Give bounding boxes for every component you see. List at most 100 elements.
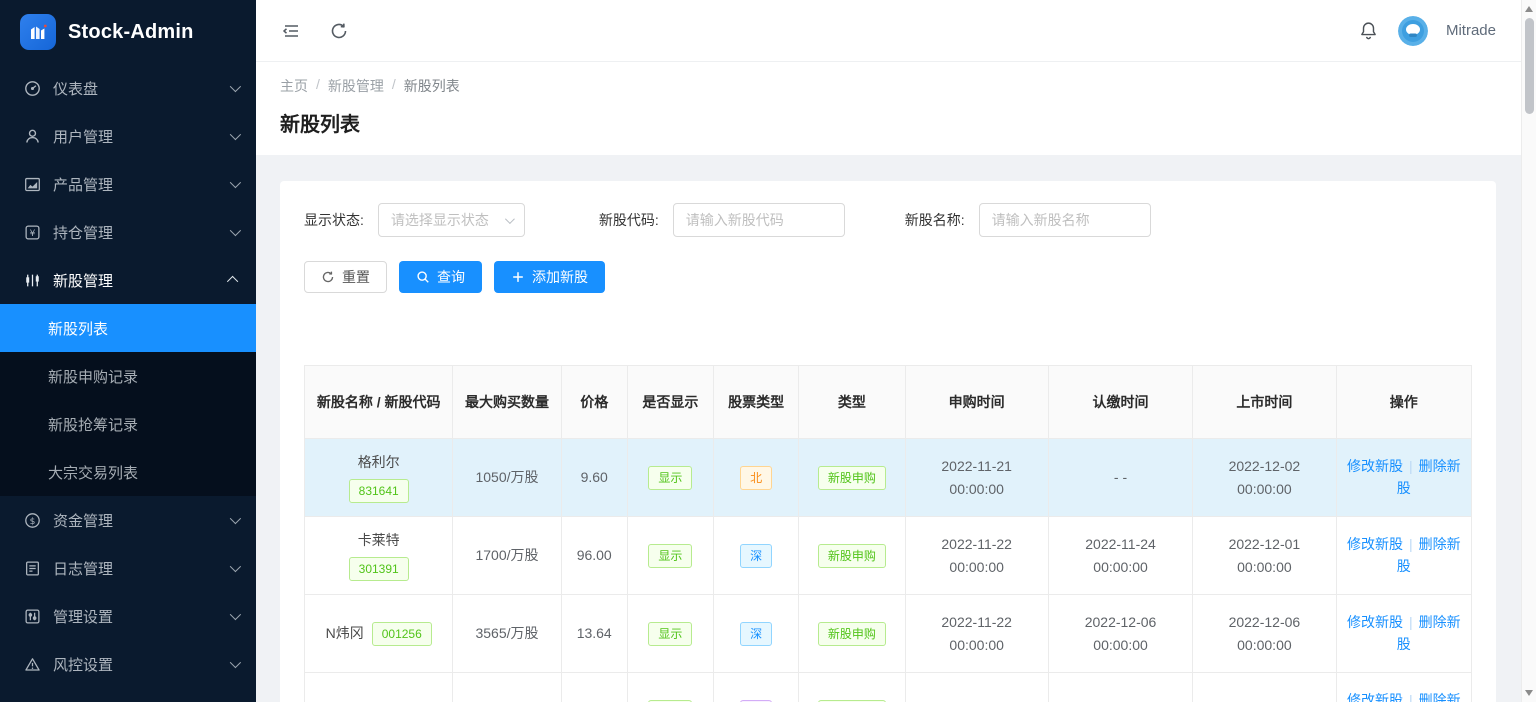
svg-text:¥: ¥ [30, 229, 36, 239]
delete-stock-link[interactable]: 删除新股 [1397, 614, 1461, 652]
stock-code-label: 新股代码: [599, 210, 659, 230]
stock-code-badge: 301391 [349, 557, 409, 581]
breadcrumb-home[interactable]: 主页 [280, 76, 308, 96]
submenu-item-label: 新股抢筹记录 [48, 414, 138, 435]
dollar-circle-icon: $ [24, 512, 41, 529]
stock-code-badge: 001256 [372, 622, 432, 646]
add-stock-button[interactable]: 添加新股 [494, 261, 605, 293]
display-badge: 显示 [648, 544, 692, 568]
submenu-item-label: 新股申购记录 [48, 366, 138, 387]
stock-name: 卡莱特 [358, 530, 400, 552]
settings-sliders-icon [24, 608, 41, 625]
app-logo: Stock-Admin [0, 0, 256, 64]
stock-logo-icon [20, 14, 56, 50]
table-row: N炜冈 001256 3565/万股 13.64 显示 深 新股申购 2022-… [305, 595, 1472, 673]
edit-stock-link[interactable]: 修改新股 [1347, 692, 1403, 702]
breadcrumb-separator: / [392, 76, 396, 96]
market-badge: 深 [740, 544, 772, 568]
table-row: 三未信安 1914/万股 78.90 显示 沪 新股申购 2022-11-23 … [305, 673, 1472, 702]
sidebar-item-positions[interactable]: ¥ 持仓管理 [0, 208, 256, 256]
delete-stock-link[interactable]: 删除新股 [1397, 536, 1461, 574]
app-title: Stock-Admin [68, 21, 194, 44]
page-title: 新股列表 [280, 108, 1512, 137]
sidebar-item-ipo-management[interactable]: 新股管理 [0, 256, 256, 304]
sidebar-item-admin-settings[interactable]: 管理设置 [0, 592, 256, 640]
app-window: Stock-Admin 仪表盘 用户管理 [0, 0, 1536, 702]
sidebar-item-label: 产品管理 [53, 174, 218, 195]
price-cell: 9.60 [561, 439, 627, 517]
add-stock-button-label: 添加新股 [532, 267, 588, 287]
scrollbar-thumb[interactable] [1525, 18, 1534, 114]
market-badge: 北 [740, 466, 772, 490]
ipo-table: 新股名称 / 新股代码 最大购买数量 价格 是否显示 股票类型 类型 申购时间 … [304, 365, 1472, 702]
delete-stock-link[interactable]: 删除新股 [1397, 692, 1461, 702]
max-buy-cell: 1700/万股 [453, 517, 561, 595]
gauge-icon [24, 80, 41, 97]
chevron-down-icon [230, 129, 241, 140]
user-name[interactable]: Mitrade [1446, 22, 1496, 39]
bell-icon[interactable] [1358, 20, 1380, 42]
stock-code-input[interactable] [673, 203, 845, 237]
sidebar-item-dashboard[interactable]: 仪表盘 [0, 64, 256, 112]
avatar[interactable] [1398, 16, 1428, 46]
sidebar-item-label: 用户管理 [53, 126, 218, 147]
sidebar-subitem-subscription-records[interactable]: 新股申购记录 [0, 352, 256, 400]
toolbar: 重置 查询 添加新股 [304, 261, 1472, 293]
chevron-down-icon [230, 225, 241, 236]
stock-name-label: 新股名称: [905, 210, 965, 230]
area-chart-icon [24, 176, 41, 193]
chevron-down-icon [230, 561, 241, 572]
sidebar-menu: 仪表盘 用户管理 产品管理 [0, 64, 256, 702]
col-list-time: 上市时间 [1193, 366, 1336, 439]
stock-code-badge: 831641 [349, 479, 409, 503]
sidebar-item-label: 新股管理 [53, 270, 218, 291]
table-row: 卡莱特 301391 1700/万股 96.00 显示 深 新股申购 2022-… [305, 517, 1472, 595]
breadcrumb-current: 新股列表 [404, 76, 460, 96]
market-badge: 深 [740, 622, 772, 646]
chevron-down-icon [230, 513, 241, 524]
sidebar-subitem-block-trade-list[interactable]: 大宗交易列表 [0, 448, 256, 496]
sidebar-item-risk-settings[interactable]: 风控设置 [0, 640, 256, 688]
breadcrumb-ipo-management[interactable]: 新股管理 [328, 76, 384, 96]
refresh-icon[interactable] [328, 20, 350, 42]
scrollbar-down-arrow[interactable] [1522, 686, 1536, 700]
edit-stock-link[interactable]: 修改新股 [1347, 458, 1403, 474]
reset-button[interactable]: 重置 [304, 261, 387, 293]
display-status-select[interactable]: 请选择显示状态 [378, 203, 525, 237]
chevron-down-icon [505, 214, 515, 224]
sidebar-item-funds[interactable]: $ 资金管理 [0, 496, 256, 544]
edit-stock-link[interactable]: 修改新股 [1347, 614, 1403, 630]
topbar: Mitrade [256, 0, 1536, 62]
breadcrumb-separator: / [316, 76, 320, 96]
col-price: 价格 [561, 366, 627, 439]
search-button[interactable]: 查询 [399, 261, 482, 293]
type-badge: 新股申购 [818, 622, 886, 646]
sidebar-item-products[interactable]: 产品管理 [0, 160, 256, 208]
page-header: 主页 / 新股管理 / 新股列表 新股列表 [256, 62, 1536, 155]
warning-triangle-icon [24, 656, 41, 673]
col-actions: 操作 [1336, 366, 1471, 439]
sidebar-subitem-grab-records[interactable]: 新股抢筹记录 [0, 400, 256, 448]
breadcrumb: 主页 / 新股管理 / 新股列表 [280, 76, 1512, 96]
filter-bar: 显示状态: 请选择显示状态 新股代码: 新股名称: [304, 203, 1472, 237]
chevron-down-icon [230, 657, 241, 668]
svg-text:$: $ [30, 516, 36, 526]
edit-stock-link[interactable]: 修改新股 [1347, 536, 1403, 552]
price-cell: 13.64 [561, 595, 627, 673]
vertical-scrollbar[interactable] [1521, 0, 1536, 702]
user-icon [24, 128, 41, 145]
main-area: Mitrade 主页 / 新股管理 / 新股列表 新股列表 显示状态: 请选择显… [256, 0, 1536, 702]
col-name-code: 新股名称 / 新股代码 [305, 366, 453, 439]
delete-stock-link[interactable]: 删除新股 [1397, 458, 1461, 496]
sidebar-item-users[interactable]: 用户管理 [0, 112, 256, 160]
stock-name-input[interactable] [979, 203, 1151, 237]
menu-fold-icon[interactable] [280, 20, 302, 42]
col-display: 是否显示 [627, 366, 713, 439]
stock-name: N炜冈 [326, 623, 364, 645]
sidebar: Stock-Admin 仪表盘 用户管理 [0, 0, 256, 702]
table-row: 格利尔 831641 1050/万股 9.60 显示 北 新股申购 2022-1… [305, 439, 1472, 517]
sidebar-subitem-ipo-list[interactable]: 新股列表 [0, 304, 256, 352]
chevron-up-icon [227, 276, 238, 287]
sidebar-item-logs[interactable]: 日志管理 [0, 544, 256, 592]
scrollbar-up-arrow[interactable] [1522, 2, 1536, 16]
